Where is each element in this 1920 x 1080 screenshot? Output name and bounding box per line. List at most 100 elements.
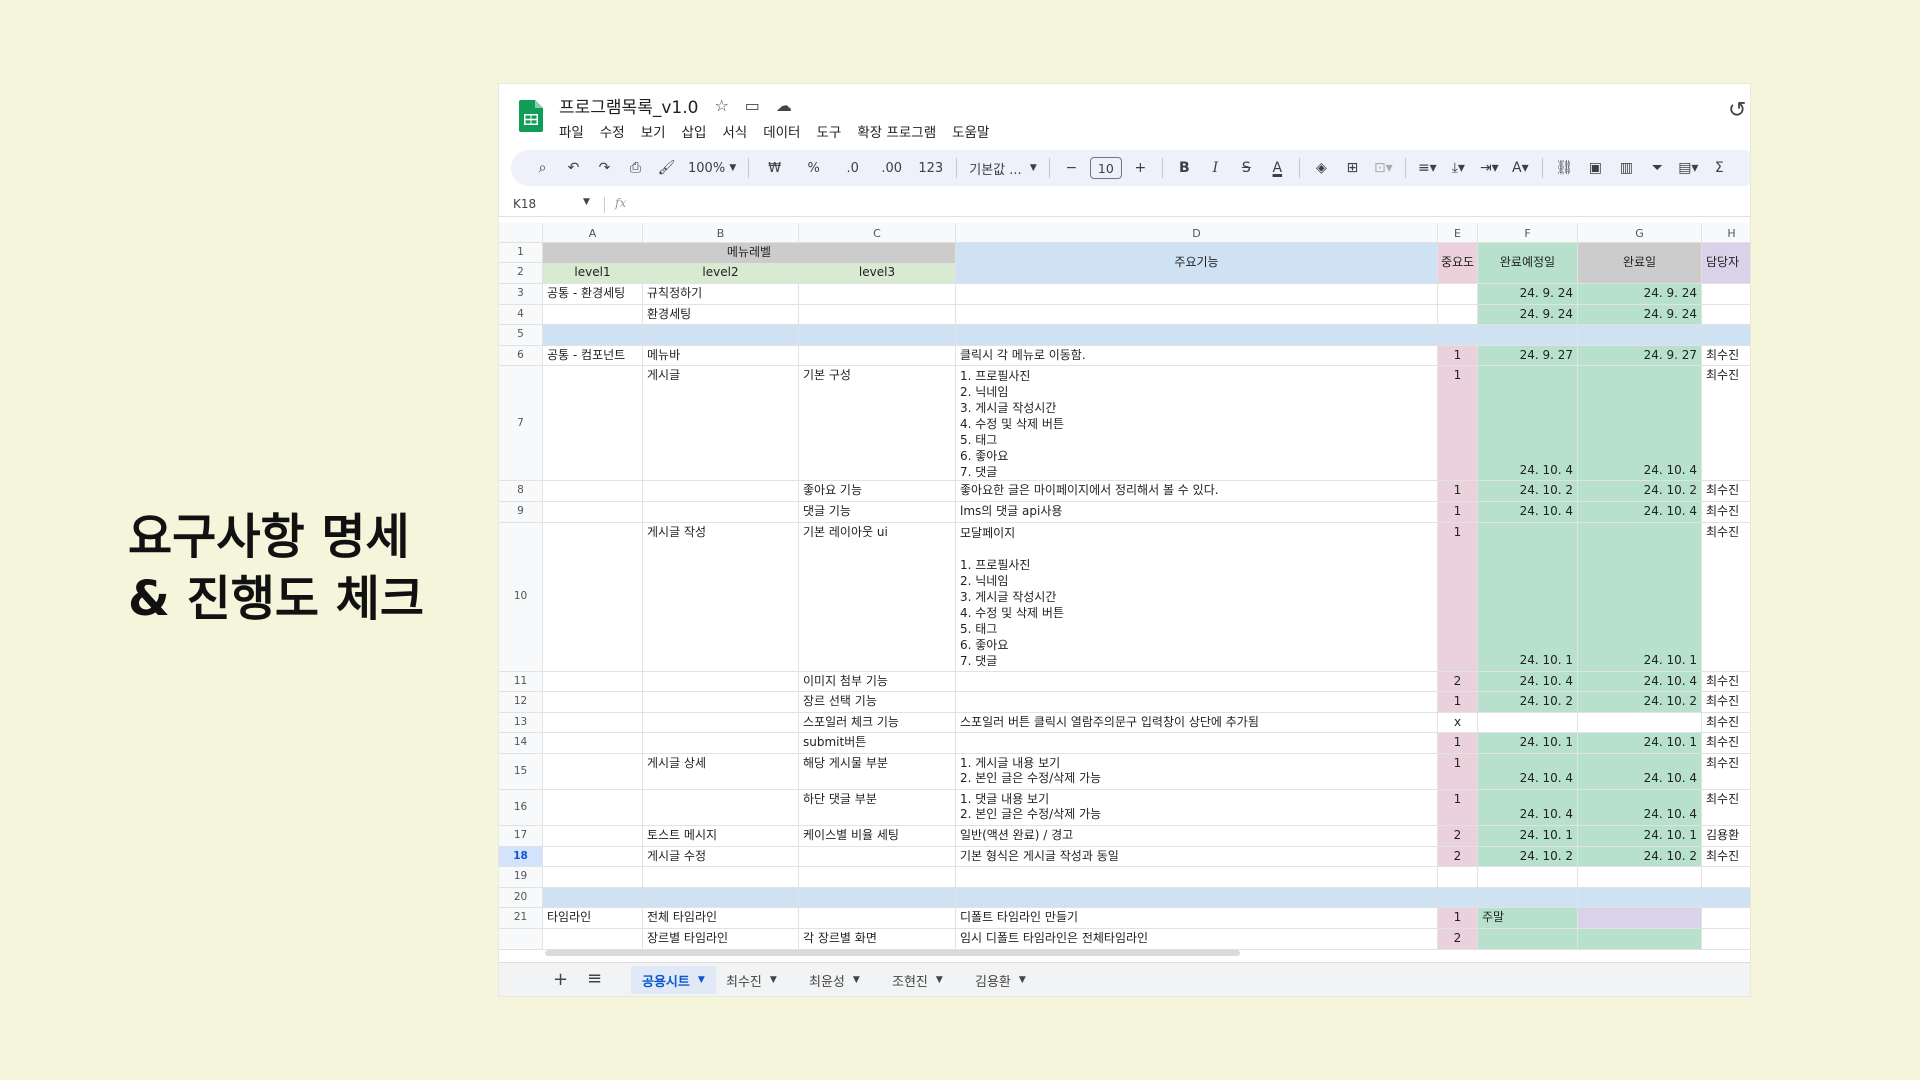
cell-b[interactable] [643,867,799,887]
cell-b[interactable] [643,325,799,345]
text-wrap-icon[interactable]: ⇥▾ [1474,155,1505,181]
cell-f[interactable] [1478,325,1578,345]
row-number[interactable]: 7 [499,366,543,481]
sheet-tab-2[interactable]: 최수진 ▼ [715,966,788,994]
row-number[interactable]: 1 [499,243,543,263]
cell-g[interactable] [1578,712,1702,733]
cell-c[interactable]: 이미지 첨부 기능 [799,671,956,692]
header-planned-date[interactable]: 완료예정일 [1478,243,1578,283]
cell-f[interactable] [1478,712,1578,733]
cell-g[interactable] [1578,867,1702,887]
cell-f[interactable]: 24. 10. 2 [1478,481,1578,501]
cell-d[interactable]: 스포일러 버튼 클릭시 열람주의문구 입력창이 상단에 추가됨 [956,712,1438,733]
row-number[interactable]: 4 [499,304,543,325]
cell-h[interactable]: 최수진 [1702,733,1750,753]
vertical-align-icon[interactable]: ⤓▾ [1443,155,1474,181]
cell-e[interactable]: 1 [1438,501,1478,522]
cell-b[interactable]: 게시글 작성 [643,522,799,671]
cell-a[interactable] [543,304,643,325]
sheets-logo-icon[interactable] [519,100,543,132]
cell-h[interactable] [1702,325,1750,345]
cell-g[interactable]: 24. 10. 4 [1578,753,1702,789]
sheet-tab-shared[interactable]: 공용시트 ▼ [631,966,716,994]
row-number[interactable]: 16 [499,789,543,825]
cell-a[interactable] [543,366,643,481]
header-menu-level[interactable]: 메뉴레벨 [543,243,956,263]
cell-b[interactable]: 규칙정하기 [643,284,799,304]
cell-a[interactable] [543,846,643,867]
cell-e[interactable]: 1 [1438,522,1478,671]
decrease-font-size-button[interactable]: − [1056,155,1087,181]
cell-g[interactable]: 24. 10. 1 [1578,733,1702,753]
cell-e[interactable]: 1 [1438,481,1478,501]
cell-g[interactable]: 24. 10. 4 [1578,501,1702,522]
cell-d[interactable] [956,284,1438,304]
text-color-icon[interactable]: A [1262,155,1293,181]
cell-e[interactable]: 1 [1438,789,1478,825]
cell-d[interactable]: 1. 댓글 내용 보기 2. 본인 글은 수정/삭제 가능 [956,789,1438,825]
strikethrough-icon[interactable]: S [1231,155,1262,181]
cell-a[interactable] [543,867,643,887]
star-icon[interactable]: ☆ [714,96,728,115]
cell-c[interactable]: 장르 선택 기능 [799,692,956,712]
cell-c[interactable]: 각 장르별 화면 [799,928,956,949]
menu-file[interactable]: 파일 [559,121,584,141]
cell-h[interactable]: 최수진 [1702,502,1750,522]
cell-a[interactable] [543,671,643,692]
cell-c[interactable] [799,887,956,908]
cell-b[interactable] [643,692,799,712]
cell-f[interactable]: 24. 9. 27 [1478,345,1578,366]
filter-icon[interactable]: ⏷ [1642,155,1673,181]
filter-views-icon[interactable]: ▤▾ [1673,155,1704,181]
add-sheet-icon[interactable]: + [553,969,568,990]
borders-icon[interactable]: ⊞ [1337,155,1368,181]
merge-cells-icon[interactable]: ⊡▾ [1368,155,1399,181]
menu-help[interactable]: 도움말 [952,121,989,141]
increase-decimal-button[interactable]: .00 [872,155,911,181]
cell-b[interactable]: 토스트 메시지 [643,825,799,846]
cell-g[interactable]: 24. 10. 2 [1578,481,1702,501]
italic-icon[interactable]: I [1200,155,1231,181]
cell-h[interactable]: 최수진 [1702,790,1750,825]
cell-f[interactable] [1478,887,1578,908]
cell-g[interactable]: 24. 10. 2 [1578,692,1702,712]
row-number[interactable]: 6 [499,345,543,366]
cell-a[interactable] [543,481,643,501]
cell-g[interactable] [1578,908,1702,928]
cell-d[interactable] [956,692,1438,712]
cell-h[interactable] [1702,887,1750,908]
fill-color-icon[interactable]: ◈ [1306,155,1337,181]
chevron-down-icon[interactable]: ▼ [770,975,777,985]
cell-e[interactable] [1438,325,1478,345]
cell-e[interactable]: 2 [1438,846,1478,867]
row-number[interactable]: 9 [499,501,543,522]
cell-d[interactable]: 1. 프로필사진 2. 닉네임 3. 게시글 작성시간 4. 수정 및 삭제 버… [956,366,1438,481]
header-done-date[interactable]: 완료일 [1578,243,1702,283]
header-importance[interactable]: 중요도 [1438,243,1478,283]
header-level1[interactable]: level1 [543,263,643,283]
insert-link-icon[interactable]: ⛓ [1549,155,1580,181]
row-number[interactable]: 19 [499,867,543,887]
doc-title[interactable]: 프로그램목록_v1.0 [559,93,698,118]
cell-d[interactable] [956,325,1438,345]
cell-h[interactable] [1702,908,1750,928]
sheet-tab-4[interactable]: 조현진 ▼ [881,966,954,994]
row-number[interactable]: 2 [499,263,543,283]
percent-format-button[interactable]: % [794,155,833,181]
chevron-down-icon[interactable]: ▼ [936,975,943,985]
undo-icon[interactable]: ↶ [558,155,589,181]
cell-e[interactable]: x [1438,712,1478,733]
cell-a[interactable] [543,501,643,522]
chevron-down-icon[interactable]: ▼ [853,975,860,985]
row-number[interactable]: 21 [499,908,543,928]
cell-f[interactable]: 24. 10. 4 [1478,671,1578,692]
cell-e[interactable]: 1 [1438,908,1478,928]
cell-c[interactable] [799,846,956,867]
row-number[interactable]: 20 [499,887,543,908]
cell-b[interactable]: 게시글 상세 [643,753,799,789]
row-number[interactable] [499,928,543,949]
cell-d[interactable] [956,733,1438,753]
header-level3[interactable]: level3 [799,263,956,283]
column-header[interactable]: E [1438,223,1478,242]
cell-f[interactable]: 24. 10. 2 [1478,846,1578,867]
